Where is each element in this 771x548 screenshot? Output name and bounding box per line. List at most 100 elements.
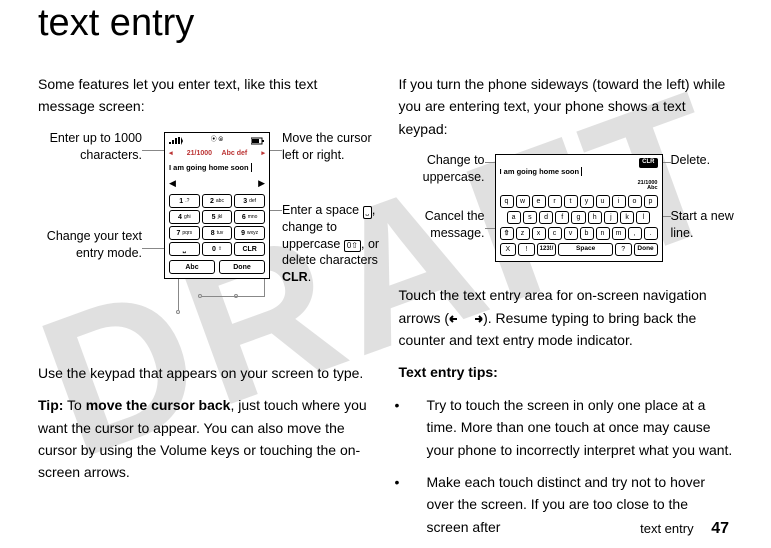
phone-mock-qwerty: CLR I am going home soon 21/1000Abc q w … <box>495 154 663 262</box>
key-i[interactable]: i <box>612 195 626 208</box>
page-content: text entry Some features let you enter t… <box>0 2 771 548</box>
char-counter: 21/1000 <box>187 150 212 157</box>
key-space[interactable]: ⎵ <box>169 242 200 256</box>
key-6[interactable]: 6mno <box>234 210 265 224</box>
right-column: If you turn the phone sideways (toward t… <box>399 73 734 548</box>
key-n[interactable]: n <box>596 227 610 240</box>
left-afterfig: Use the keypad that appears on your scre… <box>38 362 373 384</box>
callout-start-line: Start a new line. <box>671 208 747 242</box>
bullet-2: Make each touch distinct and try not to … <box>399 471 734 538</box>
key-g[interactable]: g <box>571 211 585 224</box>
callout-cancel: Cancel the message. <box>399 208 485 242</box>
key-period[interactable]: . <box>644 227 658 240</box>
tip-rest: To <box>63 397 85 413</box>
callout-change-upper: Change to uppercase. <box>399 152 485 186</box>
callout-space-lead: Enter a space <box>282 203 363 217</box>
key-4[interactable]: 4ghi <box>169 210 200 224</box>
figure-qwerty-keypad: Change to uppercase. Cancel the message.… <box>399 150 734 270</box>
key-k[interactable]: k <box>620 211 634 224</box>
key-3[interactable]: 3def <box>234 194 265 208</box>
key-space[interactable]: Space <box>558 243 613 256</box>
phone-screen: ⦿ ⦾ ◂ 21/1000 Abc def ▸ I am going home … <box>164 132 270 280</box>
leader-line <box>270 150 282 151</box>
key-w[interactable]: w <box>516 195 530 208</box>
key-0[interactable]: 0⇧ <box>202 242 233 256</box>
softkey-right[interactable]: Done <box>219 260 265 274</box>
bullet-1: Try to touch the screen in only one plac… <box>399 394 734 461</box>
tip-bold: move the cursor back <box>86 397 231 413</box>
key-clr[interactable]: CLR <box>234 242 265 256</box>
key-j[interactable]: j <box>604 211 618 224</box>
counter-left-arrow: ◂ <box>169 148 173 159</box>
key-s[interactable]: s <box>523 211 537 224</box>
leader-line <box>663 162 671 163</box>
key-f[interactable]: f <box>555 211 569 224</box>
key-l[interactable]: l <box>636 211 650 224</box>
right-intro: If you turn the phone sideways (toward t… <box>399 73 734 140</box>
status-dots: ⦿ ⦾ <box>211 136 223 146</box>
leader-line <box>142 150 164 151</box>
key-1[interactable]: 1.? <box>169 194 200 208</box>
key-7[interactable]: 7pqrs <box>169 226 200 240</box>
leader-circle <box>234 294 238 298</box>
softkey-left[interactable]: Abc <box>169 260 215 274</box>
left-intro: Some features let you enter text, like t… <box>38 73 373 118</box>
key-8[interactable]: 8tuv <box>202 226 233 240</box>
qwerty-top-row: CLR I am going home soon 21/1000Abc <box>500 158 658 192</box>
key-r[interactable]: r <box>548 195 562 208</box>
arrow-left-icon[interactable]: ◀ <box>169 176 176 190</box>
right-afterfig: Touch the text entry area for on-screen … <box>399 284 734 351</box>
space-key-icon: ⎵ <box>363 206 372 219</box>
key-comma[interactable]: , <box>628 227 642 240</box>
key-t[interactable]: t <box>564 195 578 208</box>
figure-numeric-keypad: Enter up to 1000 characters. Change your… <box>38 128 373 348</box>
key-9[interactable]: 9wxyz <box>234 226 265 240</box>
counter-row: ◂ 21/1000 Abc def ▸ <box>169 148 265 159</box>
key-5[interactable]: 5jkl <box>202 210 233 224</box>
tip-lead: Tip: <box>38 397 63 413</box>
qwerty-row-4: X ! 123!/ Space ? Done <box>500 243 658 256</box>
key-question[interactable]: ? <box>615 243 632 256</box>
key-shift[interactable]: ⇧ <box>500 227 514 240</box>
key-c[interactable]: c <box>548 227 562 240</box>
key-mode-toggle[interactable]: 123!/ <box>537 243 557 256</box>
key-d[interactable]: d <box>539 211 553 224</box>
typed-text[interactable]: I am going home soon <box>169 162 265 174</box>
key-b[interactable]: b <box>580 227 594 240</box>
key-x[interactable]: x <box>532 227 546 240</box>
tips-heading: Text entry tips: <box>399 361 734 383</box>
status-bar: ⦿ ⦾ <box>169 136 265 146</box>
key-done[interactable]: Done <box>634 243 658 256</box>
key-o[interactable]: o <box>628 195 642 208</box>
callout-change-mode: Change your text entry mode. <box>38 228 142 262</box>
battery-icon <box>251 137 265 145</box>
left-column: Some features let you enter text, like t… <box>38 73 373 548</box>
key-e[interactable]: e <box>532 195 546 208</box>
key-z[interactable]: z <box>516 227 530 240</box>
callout-move-cursor: Move the cursor left or right. <box>282 130 378 164</box>
counter-right-arrow: ▸ <box>261 148 265 159</box>
key-v[interactable]: v <box>564 227 578 240</box>
leader-circle <box>176 310 180 314</box>
key-a[interactable]: a <box>507 211 521 224</box>
leader-circle <box>198 294 202 298</box>
callout-enter-space: Enter a space ⎵, change to uppercase 0⇧,… <box>282 202 386 286</box>
key-h[interactable]: h <box>588 211 602 224</box>
typed-text[interactable]: I am going home soon <box>500 167 583 176</box>
qwerty-row-2: a s d f g h j k l <box>500 211 658 224</box>
key-q[interactable]: q <box>500 195 514 208</box>
callout-delete: Delete. <box>671 152 731 169</box>
key-cancel[interactable]: X <box>500 243 517 256</box>
key-2[interactable]: 2abc <box>202 194 233 208</box>
qwerty-row-1: q w e r t y u i o p <box>500 195 658 208</box>
numeric-keypad: 1.? 2abc 3def 4ghi 5jkl 6mno 7pqrs 8tuv … <box>169 194 265 256</box>
key-m[interactable]: m <box>612 227 626 240</box>
key-y[interactable]: y <box>580 195 594 208</box>
arrow-right-icon[interactable]: ▶ <box>258 176 265 190</box>
signal-icon <box>169 137 183 145</box>
key-u[interactable]: u <box>596 195 610 208</box>
key-excl[interactable]: ! <box>518 243 535 256</box>
callout-enter-up: Enter up to 1000 characters. <box>38 130 142 164</box>
key-p[interactable]: p <box>644 195 658 208</box>
qwerty-clr-badge[interactable]: CLR <box>639 158 657 168</box>
